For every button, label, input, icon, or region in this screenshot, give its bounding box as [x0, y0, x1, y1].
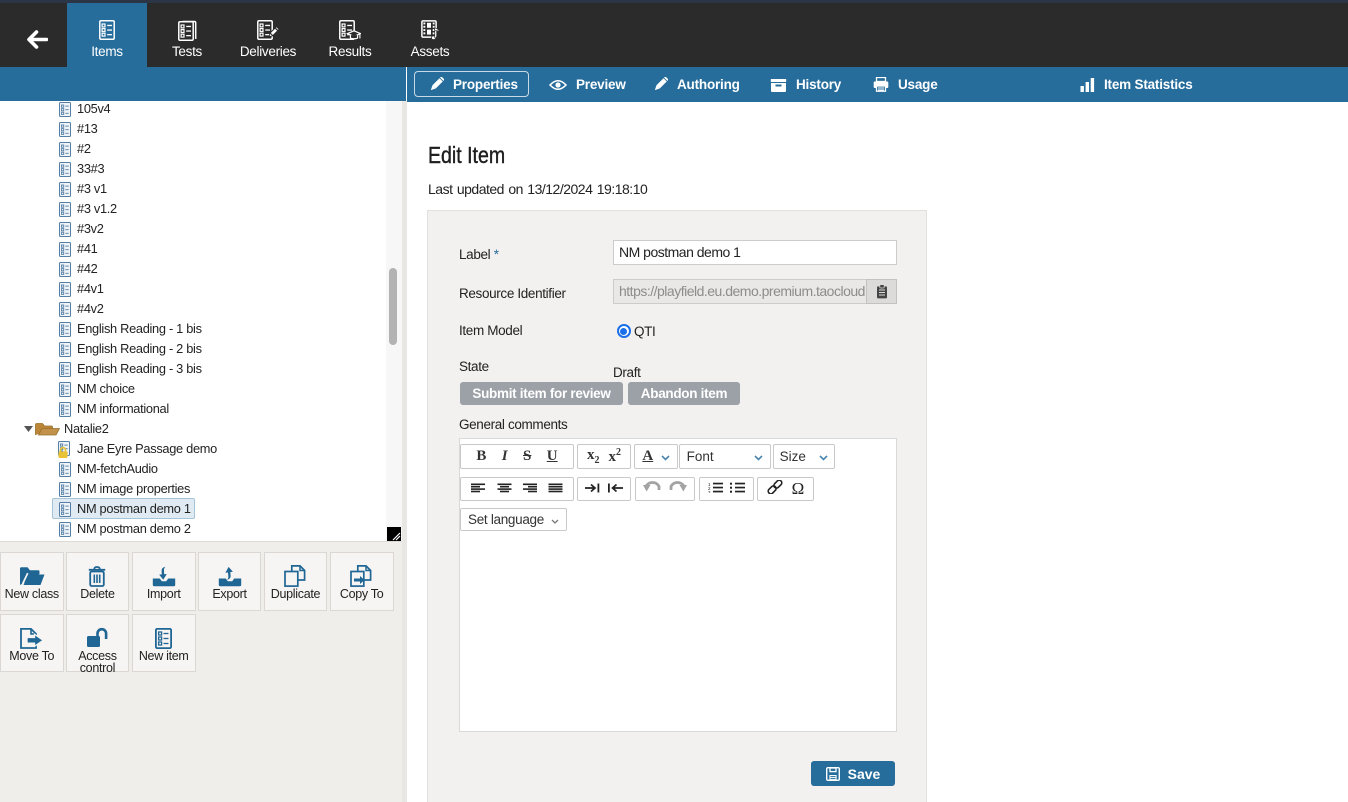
svg-text:3: 3: [708, 490, 711, 493]
